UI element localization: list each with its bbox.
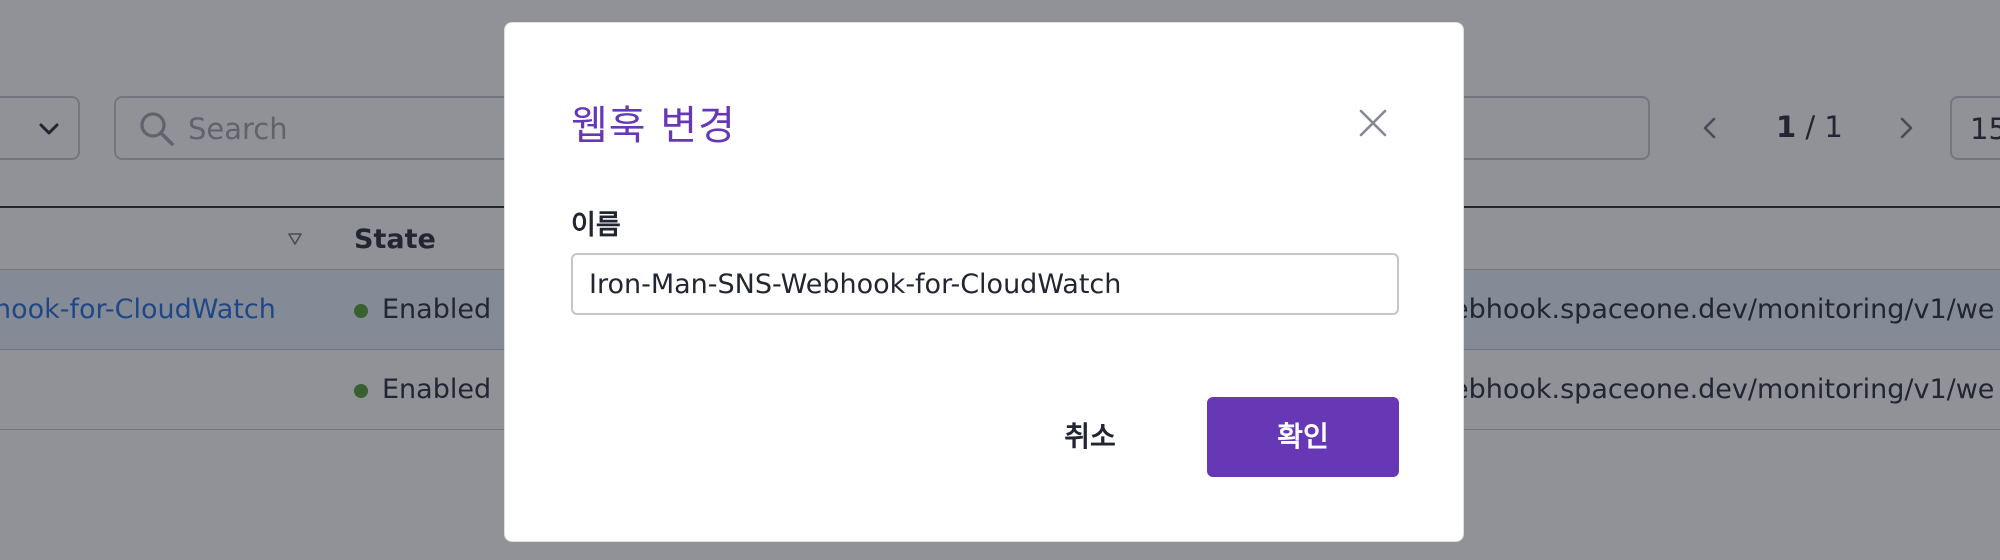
name-input[interactable] bbox=[571, 253, 1399, 315]
name-field-label: 이름 bbox=[571, 210, 621, 241]
modal-title: 웹훅 변경 bbox=[571, 103, 736, 149]
edit-webhook-modal: 웹훅 변경 이름 취소 확인 bbox=[504, 22, 1464, 542]
cancel-button[interactable]: 취소 bbox=[1025, 397, 1155, 477]
confirm-button[interactable]: 확인 bbox=[1207, 397, 1399, 477]
close-icon[interactable] bbox=[1351, 101, 1395, 145]
